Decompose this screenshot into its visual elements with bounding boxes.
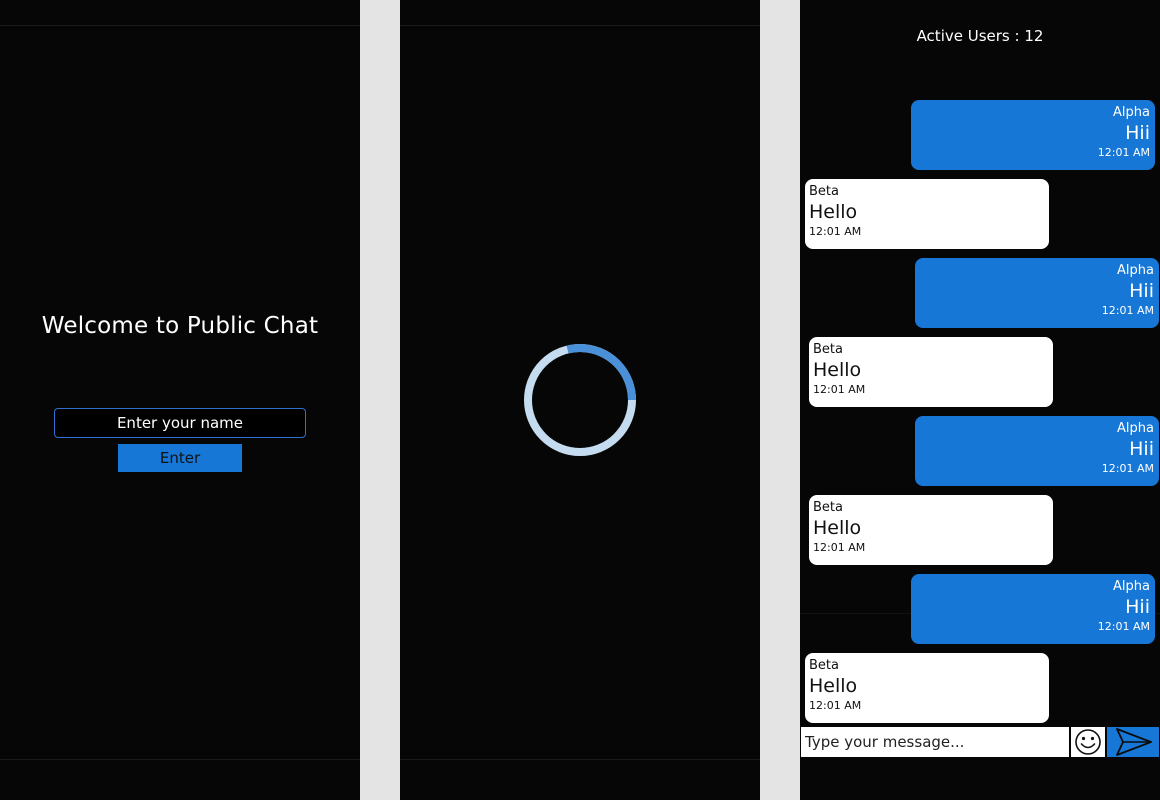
message-sender: Alpha (1117, 263, 1154, 278)
emoji-button[interactable] (1071, 727, 1105, 757)
message-sender: Alpha (1113, 579, 1150, 594)
top-divider (0, 25, 360, 26)
sent-message-bubble: Alpha Hii 12:01 AM (911, 574, 1155, 644)
message-input[interactable] (801, 727, 1069, 757)
sent-message-bubble: Alpha Hii 12:01 AM (915, 258, 1159, 328)
received-message-bubble: Beta Hello 12:01 AM (809, 495, 1053, 565)
login-screen: Welcome to Public Chat Enter (0, 0, 360, 800)
loading-spinner-icon (524, 343, 636, 456)
message-sender: Beta (809, 184, 839, 199)
send-button[interactable] (1107, 727, 1159, 757)
welcome-title: Welcome to Public Chat (41, 313, 319, 339)
sent-message-bubble: Alpha Hii 12:01 AM (915, 416, 1159, 486)
smiley-icon (1075, 729, 1101, 755)
message-time: 12:01 AM (1101, 462, 1154, 475)
name-input[interactable] (54, 408, 306, 438)
message-text: Hii (1129, 438, 1154, 460)
message-time: 12:01 AM (1101, 304, 1154, 317)
message-time: 12:01 AM (813, 383, 866, 396)
active-users-count: Active Users : 12 (916, 27, 1044, 45)
message-sender: Beta (809, 658, 839, 673)
message-text: Hello (809, 201, 858, 223)
message-time: 12:01 AM (809, 699, 862, 712)
message-time: 12:01 AM (1097, 620, 1150, 633)
message-sender: Alpha (1117, 421, 1154, 436)
message-text: Hii (1125, 596, 1150, 618)
message-text: Hello (809, 675, 858, 697)
received-message-bubble: Beta Hello 12:01 AM (809, 337, 1053, 407)
message-time: 12:01 AM (809, 225, 862, 238)
message-sender: Beta (813, 342, 843, 357)
message-time: 12:01 AM (1097, 146, 1150, 159)
bottom-divider (400, 759, 760, 760)
received-message-bubble: Beta Hello 12:01 AM (805, 653, 1049, 723)
message-text: Hello (813, 517, 862, 539)
send-icon (1116, 728, 1152, 756)
received-message-bubble: Beta Hello 12:01 AM (805, 179, 1049, 249)
enter-button[interactable]: Enter (118, 444, 242, 472)
message-text: Hello (813, 359, 862, 381)
message-sender: Alpha (1113, 105, 1150, 120)
sent-message-bubble: Alpha Hii 12:01 AM (911, 100, 1155, 170)
message-text: Hii (1129, 280, 1154, 302)
top-divider (400, 25, 760, 26)
bottom-divider (0, 759, 360, 760)
message-sender: Beta (813, 500, 843, 515)
message-time: 12:01 AM (813, 541, 866, 554)
spinner-arc (566, 343, 636, 401)
message-text: Hii (1125, 122, 1150, 144)
